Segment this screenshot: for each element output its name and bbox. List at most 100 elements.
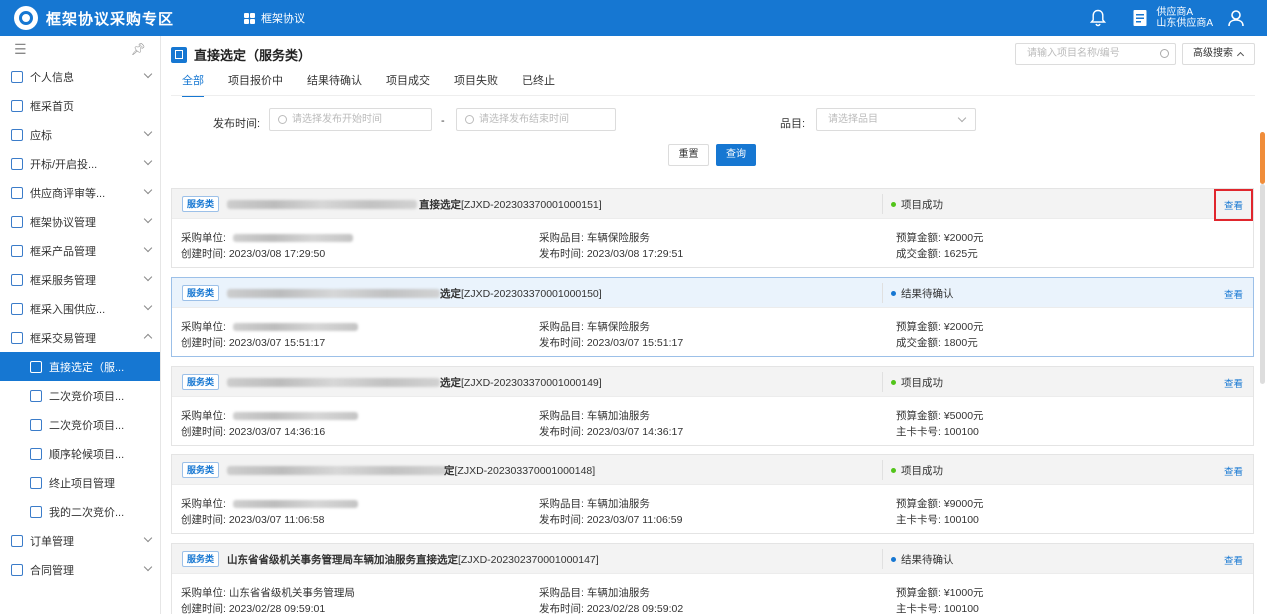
buyer-field: 采购单位: — [181, 319, 358, 334]
start-date-input[interactable]: 请选择发布开始时间 — [269, 108, 432, 131]
sidebar-sub-item[interactable]: 直接选定（服... — [0, 352, 160, 381]
app-logo-icon — [14, 6, 38, 30]
status-badge: 项目成功 — [891, 197, 943, 212]
published-field: 发布时间: 2023/03/07 15:51:17 — [539, 337, 684, 349]
sidebar-sub-item[interactable]: 二次竞价项目... — [0, 381, 160, 410]
category-label: 品目: — [780, 118, 806, 130]
chevron-down-icon — [143, 272, 153, 282]
chevron-down-icon — [143, 214, 153, 224]
search-input[interactable]: 请输入项目名称/编号 — [1015, 43, 1176, 65]
budget-field: 预算金额: ¥5000元 — [896, 410, 984, 422]
status-badge: 结果待确认 — [891, 552, 954, 567]
menu-icon — [30, 389, 42, 402]
redacted-buyer — [232, 234, 353, 243]
category-select[interactable]: 请选择品目 — [816, 108, 976, 131]
tab[interactable]: 全部 — [182, 72, 204, 97]
status-badge: 项目成功 — [891, 375, 943, 390]
scrollbar-track[interactable] — [1260, 184, 1265, 384]
menu-icon — [11, 534, 23, 547]
advanced-search-button[interactable]: 高级搜索 — [1182, 43, 1255, 65]
sidebar-item[interactable]: 框采入围供应... — [0, 294, 160, 323]
view-link[interactable]: 查看 — [1224, 553, 1243, 567]
sidebar-item[interactable]: 供应商评审等... — [0, 178, 160, 207]
sidebar-sub-item[interactable]: 二次竞价项目... — [0, 410, 160, 439]
sidebar-sub-item[interactable]: 终止项目管理 — [0, 468, 160, 497]
project-card: 服务类 直接选定[ZJXD-202303370001000151] 项目成功 查看 采购… — [171, 188, 1254, 268]
tab[interactable]: 结果待确认 — [307, 72, 362, 97]
top-nav-label: 框架协议 — [261, 13, 305, 25]
sidebar-item[interactable]: 框采产品管理 — [0, 236, 160, 265]
card-header: 服务类 定[ZJXD-202303370001000148] 项目成功 查看 — [172, 455, 1253, 485]
view-link[interactable]: 查看 — [1224, 376, 1243, 390]
card-title[interactable]: 直接选定[ZJXD-202303370001000151] — [419, 197, 602, 212]
sidebar-sub-item[interactable]: 我的二次竞价... — [0, 497, 160, 526]
app-title: 框架协议采购专区 — [46, 10, 175, 28]
chevron-down-icon — [143, 156, 153, 166]
top-nav-framework[interactable]: 框架协议 — [244, 0, 305, 36]
pin-icon[interactable]: 📌︎ — [131, 42, 146, 56]
sidebar-item-label: 订单管理 — [30, 535, 74, 548]
tab[interactable]: 项目失败 — [454, 72, 498, 97]
user-info[interactable]: 供应商A 山东供应商A — [1156, 7, 1213, 29]
redacted-buyer — [232, 412, 358, 421]
sidebar-item[interactable]: 框架协议管理 — [0, 207, 160, 236]
document-icon[interactable] — [1132, 9, 1148, 27]
user-icon[interactable] — [1227, 9, 1245, 27]
page-doc-icon — [171, 46, 187, 63]
sidebar-item[interactable]: 框采首页 — [0, 91, 160, 120]
project-card: 服务类 选定[ZJXD-202303370001000149] 项目成功 查看 采购单位… — [171, 366, 1254, 446]
view-link[interactable]: 查看 — [1224, 464, 1243, 478]
chevron-down-icon — [143, 69, 153, 79]
buyer-field: 采购单位: — [181, 230, 353, 245]
card-body: 采购单位: 创建时间: 2023/03/07 15:51:17 采购品目: 车辆保… — [172, 308, 1253, 356]
sidebar-item-label: 框采服务管理 — [30, 274, 96, 287]
created-field: 创建时间: 2023/03/07 14:36:16 — [181, 426, 326, 438]
sidebar-item[interactable]: 个人信息 — [0, 62, 160, 91]
status-badge: 项目成功 — [891, 463, 943, 478]
scrollbar-thumb[interactable] — [1260, 132, 1265, 184]
sidebar-sub-item-label: 二次竞价项目... — [49, 419, 125, 432]
tab[interactable]: 项目成交 — [386, 72, 430, 97]
card-title[interactable]: 定[ZJXD-202303370001000148] — [444, 463, 595, 478]
sidebar-item[interactable]: 订单管理 — [0, 526, 160, 555]
sidebar-sub-item-label: 二次竞价项目... — [49, 390, 125, 403]
menu-icon — [30, 476, 42, 489]
category-field: 采购品目: 车辆保险服务 — [539, 232, 650, 244]
sidebar-item[interactable]: 框采交易管理 — [0, 323, 160, 352]
created-field: 创建时间: 2023/02/28 09:59:01 — [181, 603, 326, 614]
reset-button[interactable]: 重置 — [668, 144, 709, 166]
clock-icon — [465, 115, 474, 124]
created-field: 创建时间: 2023/03/07 15:51:17 — [181, 337, 326, 349]
view-link[interactable]: 查看 — [1224, 287, 1243, 301]
status-badge: 结果待确认 — [891, 286, 954, 301]
highlight-box — [1214, 189, 1253, 221]
sidebar-item[interactable]: 应标 — [0, 120, 160, 149]
search-icon[interactable] — [1160, 49, 1169, 58]
chevron-down-icon — [143, 243, 153, 253]
query-button[interactable]: 查询 — [716, 144, 756, 166]
menu-icon — [11, 128, 23, 141]
card-header: 服务类 选定[ZJXD-202303370001000150] 结果待确认 查看 — [172, 278, 1253, 308]
category-tag: 服务类 — [182, 285, 220, 301]
sidebar-item-label: 应标 — [30, 129, 52, 142]
sidebar-item[interactable]: 合同管理 — [0, 555, 160, 584]
sidebar-item[interactable]: 开标/开启投... — [0, 149, 160, 178]
menu-icon — [30, 360, 42, 373]
published-field: 发布时间: 2023/03/08 17:29:51 — [539, 248, 684, 260]
menu-toggle-icon[interactable]: ☰ — [14, 41, 27, 58]
tab[interactable]: 已终止 — [522, 72, 555, 97]
card-body: 采购单位: 创建时间: 2023/03/07 14:36:16 采购品目: 车辆加… — [172, 397, 1253, 445]
publish-time-label: 发布时间: — [213, 118, 261, 130]
sidebar-sub-item[interactable]: 顺序轮候项目... — [0, 439, 160, 468]
menu-icon — [30, 418, 42, 431]
tab[interactable]: 项目报价中 — [228, 72, 283, 97]
sidebar-item[interactable]: 框采服务管理 — [0, 265, 160, 294]
redacted-buyer — [232, 323, 358, 332]
budget-field: 预算金额: ¥9000元 — [896, 498, 984, 510]
card-title[interactable]: 山东省省级机关事务管理局车辆加油服务直接选定[ZJXD-202302370001… — [227, 552, 599, 567]
chevron-down-icon — [143, 301, 153, 311]
bell-icon[interactable] — [1090, 9, 1107, 27]
end-date-input[interactable]: 请选择发布结束时间 — [456, 108, 616, 131]
card-title[interactable]: 选定[ZJXD-202303370001000150] — [440, 286, 602, 301]
card-title[interactable]: 选定[ZJXD-202303370001000149] — [440, 375, 602, 390]
